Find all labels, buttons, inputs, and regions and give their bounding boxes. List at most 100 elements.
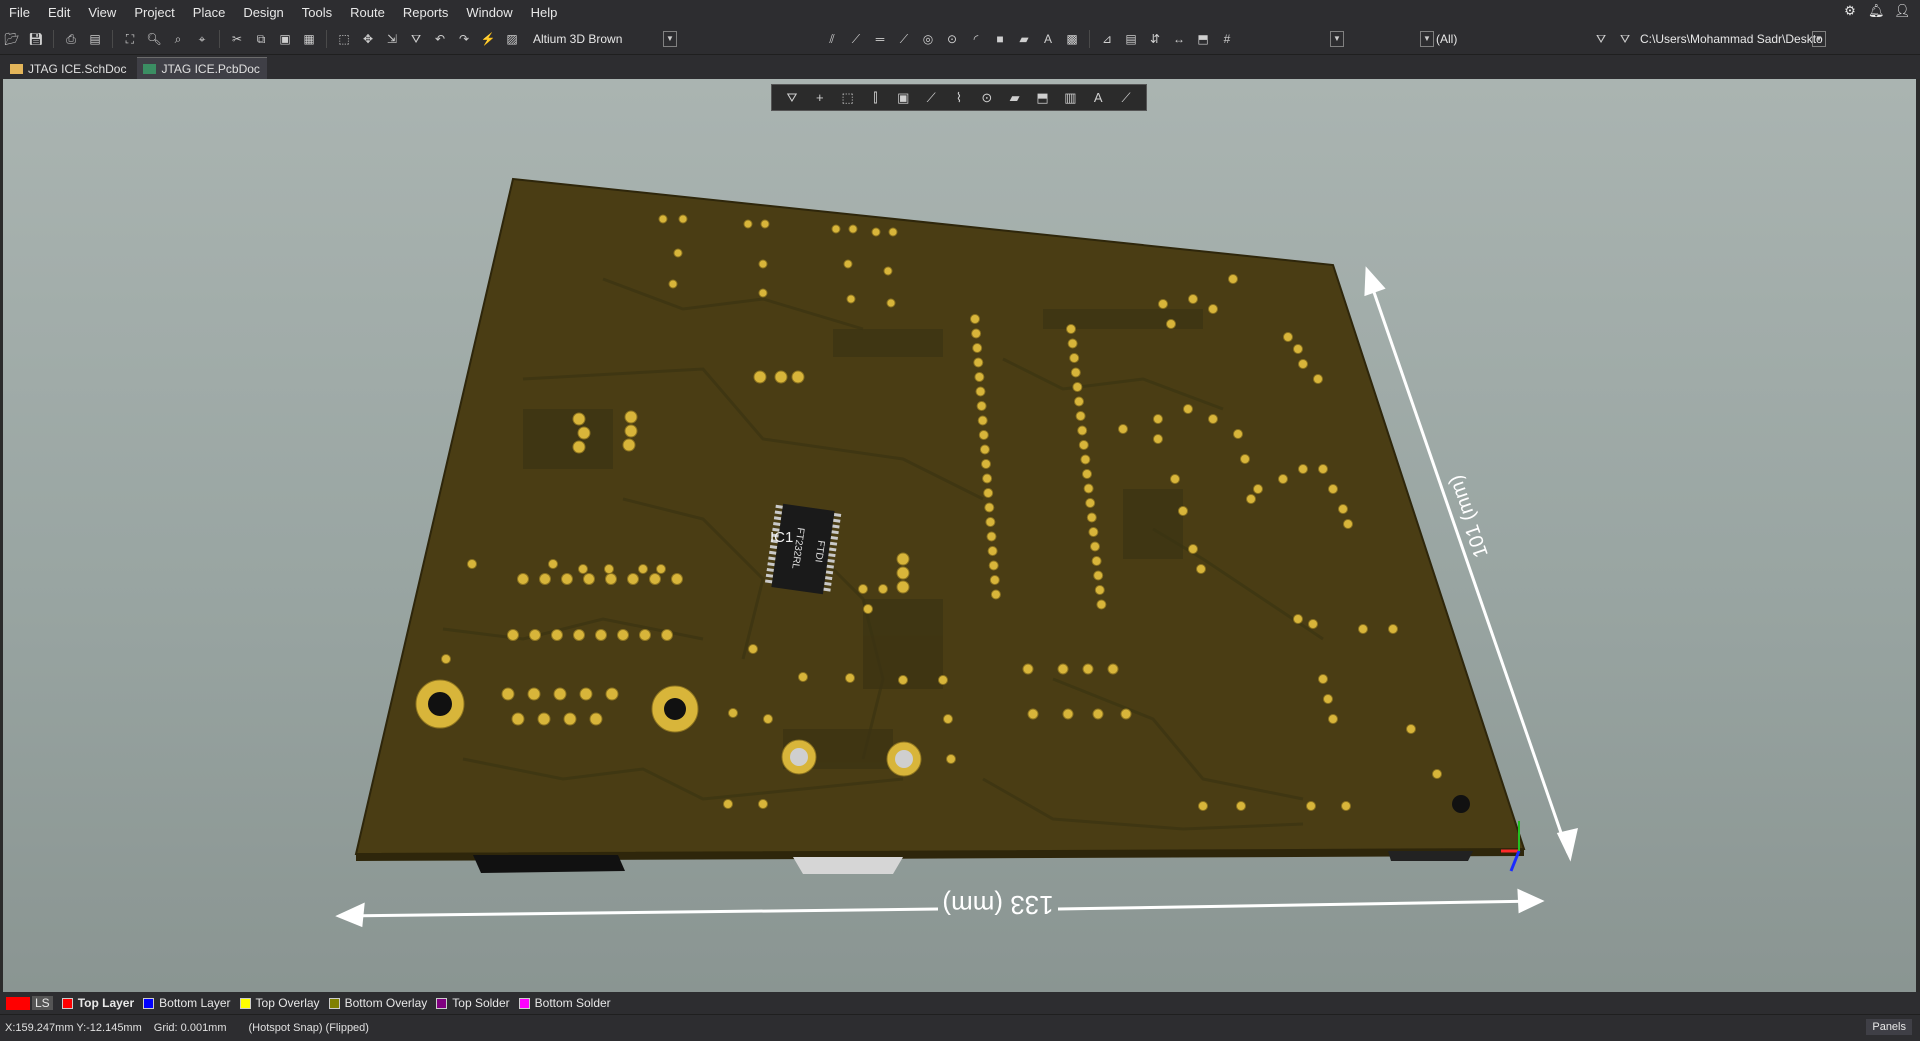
pcb-doc-icon (143, 63, 157, 74)
pad (577, 426, 591, 440)
align-icon[interactable]: ⫿ (866, 90, 884, 106)
fill-icon[interactable]: ▰ (1006, 90, 1024, 106)
multi-route-icon[interactable]: ⟋ (894, 29, 914, 49)
print-icon[interactable]: ⎙ (61, 29, 81, 49)
layer-tab-top-solder[interactable]: Top Solder (436, 996, 510, 1010)
pad (578, 564, 588, 574)
room-icon[interactable]: ⬒ (1193, 29, 1213, 49)
pad (1253, 484, 1263, 494)
distribute-icon[interactable]: ⇵ (1145, 29, 1165, 49)
diff-pair-icon[interactable]: ⌇ (950, 90, 968, 106)
polygon-icon[interactable]: ▰ (1014, 29, 1034, 49)
layer-tab-bottom-layer[interactable]: Bottom Layer (143, 996, 231, 1010)
measure-icon[interactable]: ▥ (1061, 90, 1079, 106)
menu-reports[interactable]: Reports (394, 5, 458, 20)
menu-tools[interactable]: Tools (293, 5, 341, 20)
layer-tab-bottom-overlay[interactable]: Bottom Overlay (328, 996, 427, 1010)
save-icon[interactable]: 💾︎ (26, 29, 46, 49)
grid-size: Grid: 0.001mm (153, 1022, 227, 1034)
interactive-route-icon[interactable]: ⟋ (846, 29, 866, 49)
menu-design[interactable]: Design (234, 5, 292, 20)
pad (898, 675, 908, 685)
via-icon[interactable]: ◎ (918, 29, 938, 49)
component-icon[interactable]: ▣ (894, 90, 912, 106)
user-icon[interactable]: 👤︎ (1894, 3, 1911, 19)
fill-icon[interactable]: ■ (990, 29, 1010, 49)
menu-view[interactable]: View (79, 5, 125, 20)
chevron-down-icon[interactable]: ▼ (1330, 31, 1344, 47)
copy-icon[interactable]: ⧉ (251, 29, 271, 49)
layer-set-selector[interactable]: LS (6, 996, 53, 1010)
redo-icon[interactable]: ↷ (454, 29, 474, 49)
pad-icon[interactable]: ⊙ (942, 29, 962, 49)
menu-project[interactable]: Project (125, 5, 183, 20)
zoom-filtered-icon[interactable]: ⌖ (192, 29, 212, 49)
menu-route[interactable]: Route (341, 5, 394, 20)
pad (843, 259, 853, 269)
route-icon[interactable]: ⫽ (822, 29, 842, 49)
component-icon[interactable]: ▩ (1062, 29, 1082, 49)
view-config-icon[interactable]: ▨ (502, 29, 522, 49)
pad (1082, 469, 1092, 479)
path-field[interactable]: C:\Users\Mohammad Sadr\Deskto ▼ (1637, 28, 1829, 50)
move-icon[interactable]: ✥ (358, 29, 378, 49)
dimension-icon[interactable]: ↔ (1169, 29, 1189, 49)
snap-mode: (Hotspot Snap) (Flipped) (248, 1022, 369, 1034)
tab-schdoc[interactable]: JTAG ICE.SchDoc (4, 58, 133, 79)
view-config-dropdown[interactable]: Altium 3D Brown ▼ (528, 28, 680, 50)
gear-icon[interactable]: ⚙ (1842, 3, 1858, 19)
crosshair-icon[interactable]: + (811, 90, 829, 105)
zoom-area-icon[interactable]: 🔍︎ (144, 29, 164, 49)
text-icon[interactable]: A (1038, 29, 1058, 49)
pad (972, 343, 983, 353)
pcb-3d-viewport[interactable]: FTDI FT232RL IC1 133 (mm) 101 (mm) (3, 79, 1916, 992)
undo-icon[interactable]: ↶ (430, 29, 450, 49)
region-icon[interactable]: ⬒ (1034, 90, 1052, 106)
filter-apply-icon[interactable]: ⛛ (1591, 29, 1611, 49)
menu-file[interactable]: File (0, 5, 39, 20)
pad (791, 370, 805, 384)
line-icon[interactable]: ⟋ (1117, 90, 1135, 106)
zoom-selected-icon[interactable]: ⌕ (168, 29, 188, 49)
text-icon[interactable]: A (1089, 90, 1107, 105)
chevron-down-icon[interactable]: ▼ (1420, 31, 1434, 47)
place-icon[interactable]: ▤ (1121, 29, 1141, 49)
grid-icon[interactable]: # (1217, 29, 1237, 49)
rubber-stamp-icon[interactable]: ▦ (299, 29, 319, 49)
paste-icon[interactable]: ▣ (275, 29, 295, 49)
menu-window[interactable]: Window (457, 5, 521, 20)
select-area-icon[interactable]: ⬚ (334, 29, 354, 49)
menu-help[interactable]: Help (522, 5, 567, 20)
layer-tab-bottom-solder[interactable]: Bottom Solder (518, 996, 611, 1010)
cut-icon[interactable]: ✂ (227, 29, 247, 49)
move-selection-icon[interactable]: ⇲ (382, 29, 402, 49)
zoom-fit-icon[interactable]: ⛶ (120, 29, 140, 49)
open-icon[interactable]: 📂︎ (2, 29, 22, 49)
filter-icon[interactable]: ⛛ (783, 90, 801, 106)
arc-icon[interactable]: ◜ (966, 29, 986, 49)
tab-pcbdoc[interactable]: JTAG ICE.PcbDoc (137, 57, 267, 79)
layer-tab-top-overlay[interactable]: Top Overlay (239, 996, 320, 1010)
toolbar-separator (219, 30, 220, 48)
pad (1092, 708, 1104, 720)
cross-probe-icon[interactable]: ⚡ (478, 29, 498, 49)
clear-filter-icon[interactable]: ⛛ (1615, 29, 1635, 49)
menu-edit[interactable]: Edit (39, 5, 79, 20)
print-preview-icon[interactable]: ▤ (85, 29, 105, 49)
bell-icon[interactable]: 🔔︎ (1868, 3, 1885, 19)
menu-place[interactable]: Place (184, 5, 235, 20)
align-icon[interactable]: ⊿ (1097, 29, 1117, 49)
layer-tab-top-layer[interactable]: Top Layer (61, 996, 134, 1010)
panels-button[interactable]: Panels (1866, 1019, 1912, 1035)
chevron-down-icon[interactable]: ▼ (1812, 31, 1826, 47)
route-icon[interactable]: ⟋ (922, 90, 940, 106)
diff-pair-icon[interactable]: ═ (870, 29, 890, 49)
layer-dropdown[interactable]: ▼ (1329, 28, 1347, 50)
pad (1178, 506, 1188, 516)
select-rect-icon[interactable]: ⬚ (839, 90, 857, 106)
filter-dropdown[interactable]: ▼ (All) (1417, 28, 1589, 50)
via-icon[interactable]: ⊙ (978, 90, 996, 106)
chevron-down-icon[interactable]: ▼ (663, 31, 677, 47)
pad (617, 629, 629, 641)
clear-filter-icon[interactable]: ⛛ (406, 29, 426, 49)
